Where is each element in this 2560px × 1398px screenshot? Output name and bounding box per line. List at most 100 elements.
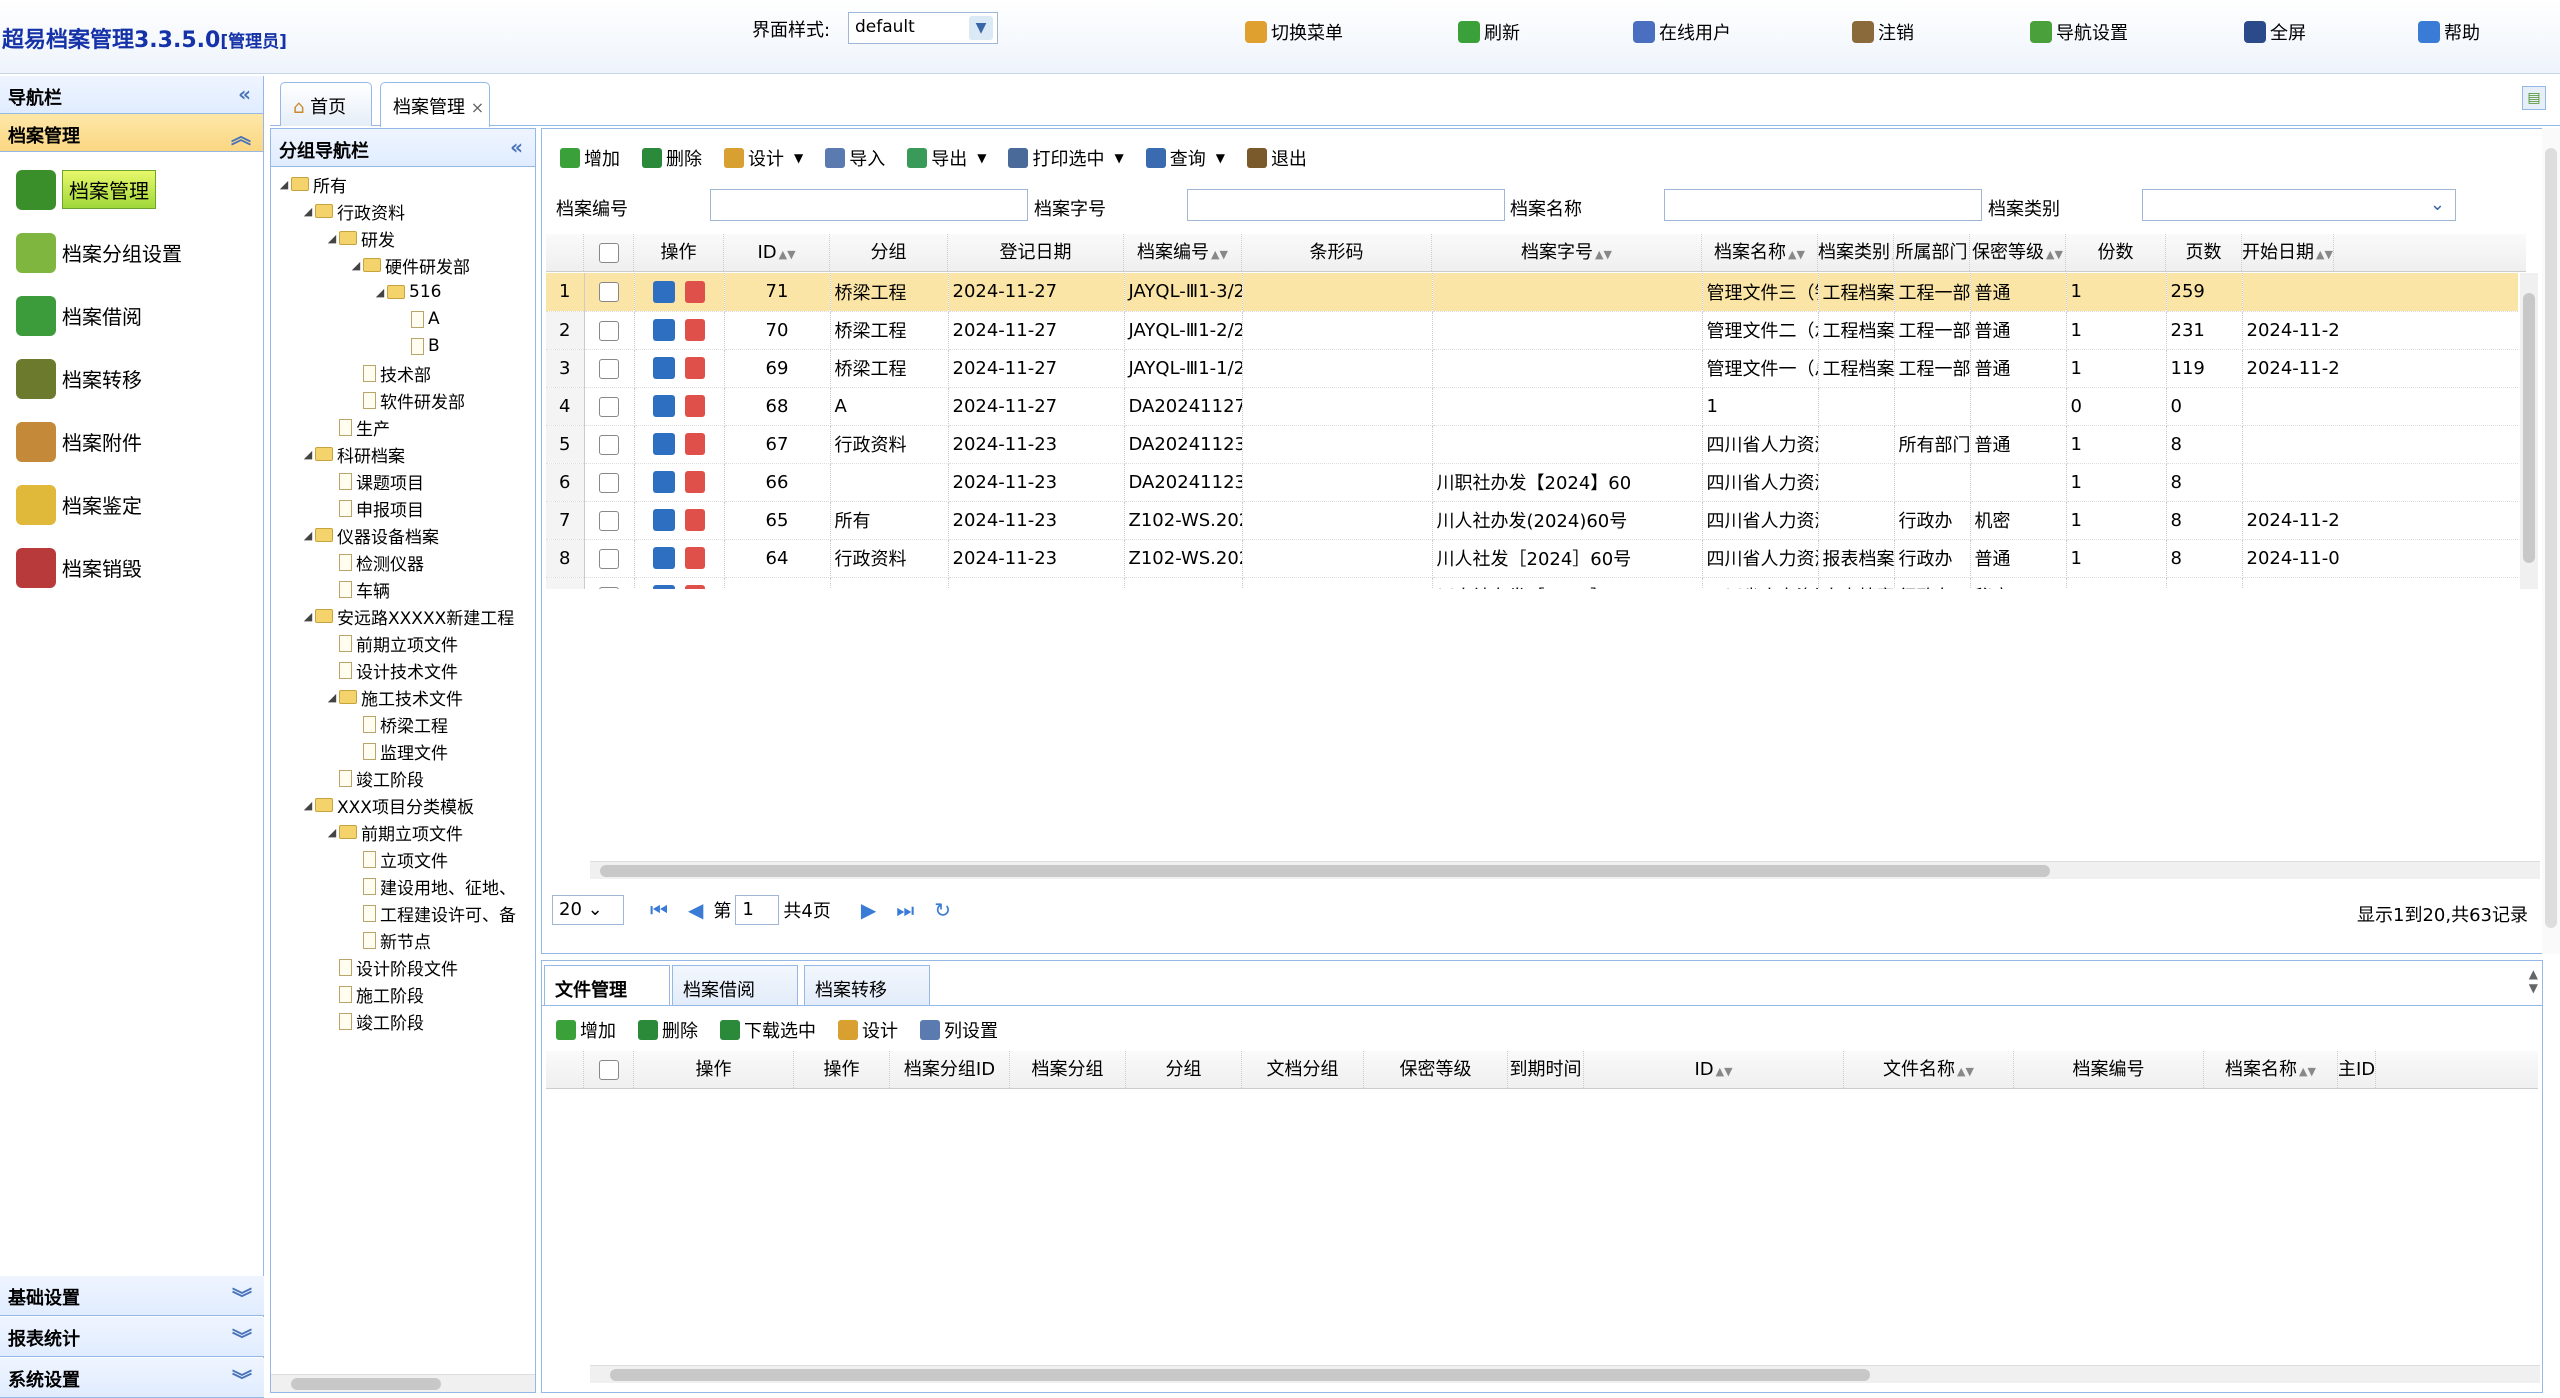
- edit-icon[interactable]: [653, 585, 675, 589]
- column-header[interactable]: 档案名称 ▲▼: [1702, 234, 1818, 271]
- trash-icon[interactable]: [685, 395, 705, 417]
- column-header[interactable]: 页数: [2166, 234, 2242, 271]
- edit-icon[interactable]: [653, 547, 675, 569]
- edit-icon[interactable]: [653, 280, 675, 303]
- row-checkbox[interactable]: [599, 320, 619, 341]
- trash-icon[interactable]: [685, 280, 705, 303]
- sort-icon[interactable]: ▲▼: [1788, 248, 1805, 261]
- column-header[interactable]: 操作: [794, 1051, 890, 1088]
- nav-section-3[interactable]: 系统设置 ︾: [0, 1358, 264, 1398]
- row-checkbox[interactable]: [599, 586, 619, 589]
- column-header[interactable]: 档案分组ID: [890, 1051, 1010, 1088]
- tree-toggle-icon[interactable]: ◢: [301, 610, 315, 623]
- tree-node[interactable]: 桥梁工程: [349, 711, 448, 737]
- sort-icon[interactable]: ▲▼: [1595, 248, 1612, 261]
- tree-node[interactable]: 新节点: [349, 927, 431, 953]
- delete-button[interactable]: 删除: [638, 1017, 698, 1043]
- tree-toggle-icon[interactable]: ◢: [277, 178, 291, 191]
- archive-type-select[interactable]: ⌄: [2142, 189, 2456, 221]
- trash-icon[interactable]: [685, 471, 705, 493]
- panel-toggle-icon[interactable]: ▤: [2522, 86, 2546, 110]
- table-row[interactable]: 5 67行政资料2024-11-23DA20241123007 四川省人力资源和社会…: [546, 425, 2518, 464]
- tree-node[interactable]: A: [397, 306, 440, 332]
- tree-toggle-icon[interactable]: ◢: [373, 286, 387, 299]
- column-header[interactable]: 档案名称 ▲▼: [2204, 1051, 2338, 1088]
- column-header[interactable]: ID ▲▼: [1584, 1051, 1844, 1088]
- archive-no-input[interactable]: [710, 189, 1028, 221]
- column-header[interactable]: 操作: [634, 234, 724, 271]
- chevron-up-icon[interactable]: ︽: [231, 120, 251, 149]
- tree-node[interactable]: ◢ XXX项目分类模板: [301, 792, 474, 818]
- edit-icon[interactable]: [653, 395, 675, 417]
- tree-node[interactable]: 监理文件: [349, 738, 448, 764]
- sort-icon[interactable]: ▲▼: [779, 248, 796, 261]
- column-header[interactable]: 主ID: [2338, 1051, 2377, 1088]
- chevron-down-icon[interactable]: ▼: [977, 151, 986, 165]
- nav-item-destroy[interactable]: 档案销毁: [0, 536, 263, 599]
- column-header[interactable]: 开始日期 ▲▼: [2242, 234, 2334, 271]
- column-header[interactable]: 分组: [830, 234, 948, 271]
- chevron-down-icon[interactable]: ︾: [232, 1282, 252, 1311]
- edit-icon[interactable]: [653, 433, 675, 455]
- archive-name-input[interactable]: [1664, 189, 1982, 221]
- design-button[interactable]: 设计 ▼: [724, 145, 803, 171]
- nav-item-appraisal[interactable]: 档案鉴定: [0, 473, 263, 536]
- column-header[interactable]: 文档分组: [1242, 1051, 1364, 1088]
- download-button[interactable]: 下载选中: [720, 1017, 816, 1043]
- prev-page-icon[interactable]: ◀: [688, 898, 703, 922]
- tree-node[interactable]: ◢ 所有: [277, 171, 347, 197]
- trash-icon[interactable]: [685, 433, 705, 455]
- trash-icon[interactable]: [685, 319, 705, 341]
- row-checkbox[interactable]: [599, 396, 619, 417]
- print-button[interactable]: 打印选中 ▼: [1008, 145, 1124, 171]
- page-vertical-scrollbar[interactable]: [2542, 128, 2560, 954]
- tree-node[interactable]: 施工阶段: [325, 981, 424, 1007]
- tree-node[interactable]: 前期立项文件: [325, 630, 458, 656]
- tree-node[interactable]: ◢ 仪器设备档案: [301, 522, 439, 548]
- chevron-down-icon[interactable]: ︾: [232, 1364, 252, 1393]
- column-header[interactable]: 档案分组: [1010, 1051, 1126, 1088]
- next-page-icon[interactable]: ▶: [861, 898, 876, 922]
- nav-item-attachment[interactable]: 档案附件: [0, 410, 263, 473]
- column-header[interactable]: 分组: [1126, 1051, 1242, 1088]
- select-all-checkbox[interactable]: [598, 243, 619, 263]
- sort-icon[interactable]: ▲▼: [2316, 248, 2333, 261]
- tree-toggle-icon[interactable]: ◢: [301, 799, 315, 812]
- column-header[interactable]: ID ▲▼: [724, 234, 830, 271]
- grid-vertical-scrollbar[interactable]: [2520, 273, 2538, 589]
- tree-toggle-icon[interactable]: ◢: [325, 826, 339, 839]
- nav-section-2[interactable]: 报表统计 ︾: [0, 1317, 264, 1357]
- tab-scroll-icon[interactable]: ▲ ▼: [2529, 967, 2538, 995]
- column-header[interactable]: 所属部门: [1894, 234, 1970, 271]
- delete-button[interactable]: 删除: [642, 145, 702, 171]
- add-button[interactable]: 增加: [560, 145, 620, 171]
- tree-node[interactable]: 检测仪器: [325, 549, 424, 575]
- edit-icon[interactable]: [653, 471, 675, 493]
- sort-icon[interactable]: ▲▼: [2299, 1065, 2316, 1078]
- tree-node[interactable]: ◢ 研发: [325, 225, 395, 251]
- column-header[interactable]: 保密等级 ▲▼: [1970, 234, 2066, 271]
- tree-toggle-icon[interactable]: ◢: [301, 448, 315, 461]
- column-header[interactable]: 档案编号: [2014, 1051, 2204, 1088]
- tree-node[interactable]: 竣工阶段: [325, 765, 424, 791]
- tree-node[interactable]: ◢ 硬件研发部: [349, 252, 470, 278]
- chevron-down-icon[interactable]: ︾: [232, 1323, 252, 1352]
- tree-node[interactable]: 申报项目: [325, 495, 424, 521]
- close-icon[interactable]: ×: [471, 98, 484, 117]
- tree-node[interactable]: ◢ 安远路XXXXX新建工程: [301, 603, 514, 629]
- column-header[interactable]: 到期时间: [1508, 1051, 1584, 1088]
- tree-toggle-icon[interactable]: ◢: [325, 691, 339, 704]
- tab-home[interactable]: ⌂ 首页: [280, 82, 372, 126]
- sub-tab-2[interactable]: 档案借阅: [672, 965, 798, 1005]
- theme-select[interactable]: default ▼: [848, 12, 998, 44]
- table-row[interactable]: 1 71桥梁工程2024-11-27JAYQL-Ⅲ1-3/24 管理文件三（钢结构安…: [546, 273, 2518, 312]
- trash-icon[interactable]: [685, 585, 705, 589]
- row-checkbox[interactable]: [599, 358, 619, 379]
- chevron-down-icon[interactable]: ▼: [794, 151, 803, 165]
- column-header[interactable]: 档案编号 ▲▼: [1124, 234, 1242, 271]
- tree-node[interactable]: ◢ 516: [373, 279, 442, 305]
- exit-button[interactable]: 退出: [1246, 145, 1307, 171]
- collapse-left-icon[interactable]: «: [510, 135, 523, 159]
- online-users-button[interactable]: 在线用户: [1633, 18, 1731, 46]
- table-row[interactable]: 7 65所有2024-11-23Z102-WS.2024- 川人社办发(2024)6…: [546, 501, 2518, 540]
